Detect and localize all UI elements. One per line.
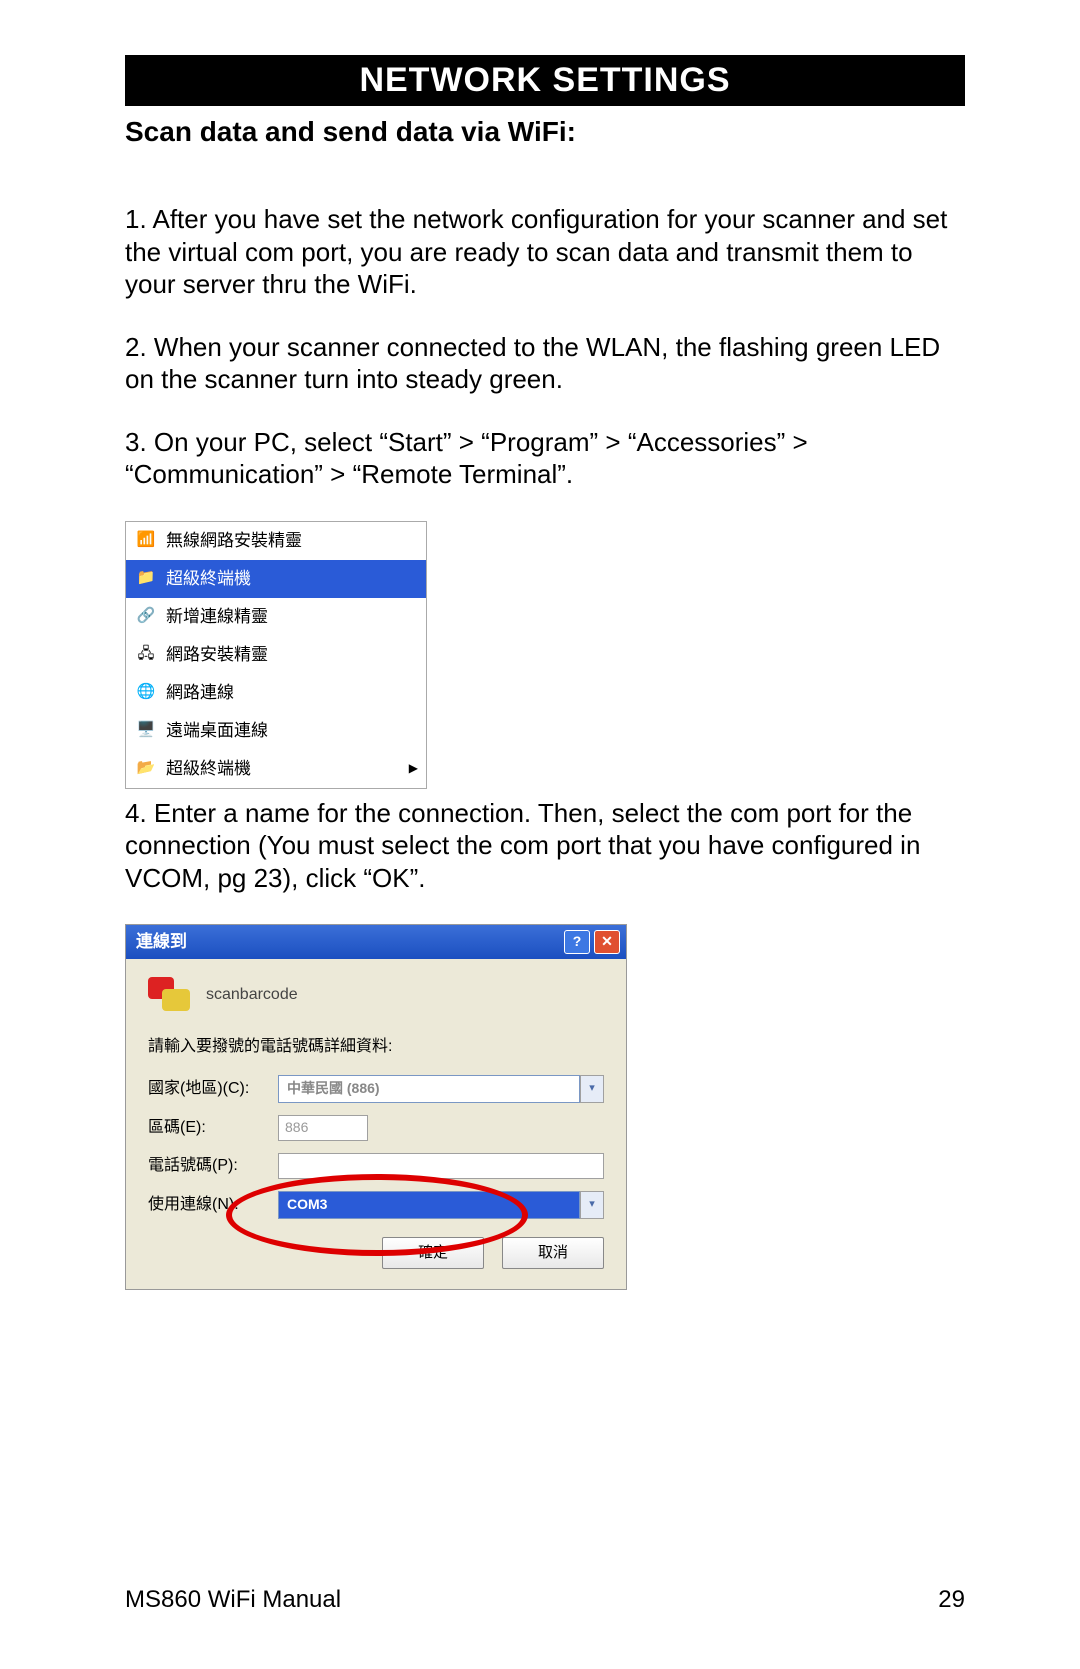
dialog-titlebar: 連線到 ? ✕ (126, 925, 626, 959)
menu-item[interactable]: 📶 無線網路安裝精靈 (126, 522, 426, 560)
country-value: 中華民國 (886) (278, 1075, 580, 1103)
hyperterminal-icon: 📁 (134, 567, 158, 591)
country-label: 國家(地區)(C): (148, 1079, 278, 1099)
step-3: 3. On your PC, select “Start” > “Program… (125, 426, 965, 491)
menu-item[interactable]: 🔗 新增連線精靈 (126, 598, 426, 636)
com-port-value: COM3 (278, 1191, 580, 1219)
menu-item[interactable]: 🖧 網路安裝精靈 (126, 636, 426, 674)
dropdown-arrow-icon[interactable]: ▾ (580, 1191, 604, 1219)
connect-dialog-screenshot: 連線到 ? ✕ scanbarcode 請輸入要撥號的電話號碼詳細資料: 國家(… (125, 924, 627, 1290)
step-4: 4. Enter a name for the connection. Then… (125, 797, 965, 895)
country-select[interactable]: 中華民國 (886) ▾ (278, 1075, 604, 1103)
area-code-label: 區碼(E): (148, 1118, 278, 1138)
menu-item-selected[interactable]: 📁 超級終端機 (126, 560, 426, 598)
menu-item-label: 超級終端機 (166, 758, 251, 779)
step-1: 1. After you have set the network config… (125, 203, 965, 301)
menu-item-label: 遠端桌面連線 (166, 720, 268, 741)
dialog-instruction: 請輸入要撥號的電話號碼詳細資料: (148, 1037, 604, 1057)
menu-item[interactable]: 🖥️ 遠端桌面連線 (126, 712, 426, 750)
footer-page-number: 29 (938, 1586, 965, 1614)
page-header: NETWORK SETTINGS (125, 55, 965, 106)
section-subtitle: Scan data and send data via WiFi: (125, 116, 965, 148)
network-connections-icon: 🌐 (134, 681, 158, 705)
wireless-wizard-icon: 📶 (134, 529, 158, 553)
cancel-button[interactable]: 取消 (502, 1237, 604, 1269)
hyperterminal-folder-icon: 📂 (134, 757, 158, 781)
menu-item-label: 超級終端機 (166, 568, 251, 589)
menu-item-label: 網路連線 (166, 682, 234, 703)
phone-number-input[interactable] (278, 1153, 604, 1179)
footer-left: MS860 WiFi Manual (125, 1586, 341, 1614)
help-button[interactable]: ? (564, 930, 590, 954)
dialog-title: 連線到 (136, 931, 187, 952)
menu-item[interactable]: 📂 超級終端機 ▶ (126, 750, 426, 788)
ok-button[interactable]: 確定 (382, 1237, 484, 1269)
connect-using-label: 使用連線(N): (148, 1195, 278, 1215)
phone-modem-icon (148, 977, 192, 1013)
step-2: 2. When your scanner connected to the WL… (125, 331, 965, 396)
close-button[interactable]: ✕ (594, 930, 620, 954)
page-footer: MS860 WiFi Manual 29 (125, 1586, 965, 1614)
body-text: 1. After you have set the network config… (125, 203, 965, 1290)
phone-number-label: 電話號碼(P): (148, 1156, 278, 1176)
new-connection-wizard-icon: 🔗 (134, 605, 158, 629)
menu-item-label: 新增連線精靈 (166, 606, 268, 627)
start-menu-screenshot: 📶 無線網路安裝精靈 📁 超級終端機 🔗 新增連線精靈 🖧 網路安裝精靈 🌐 網… (125, 521, 427, 789)
menu-item[interactable]: 🌐 網路連線 (126, 674, 426, 712)
menu-item-label: 無線網路安裝精靈 (166, 530, 302, 551)
remote-desktop-icon: 🖥️ (134, 719, 158, 743)
network-setup-wizard-icon: 🖧 (134, 643, 158, 667)
com-port-select[interactable]: COM3 ▾ (278, 1191, 604, 1219)
submenu-arrow-icon: ▶ (409, 761, 418, 776)
area-code-input[interactable]: 886 (278, 1115, 368, 1141)
connection-name: scanbarcode (206, 985, 298, 1005)
menu-item-label: 網路安裝精靈 (166, 644, 268, 665)
dropdown-arrow-icon[interactable]: ▾ (580, 1075, 604, 1103)
